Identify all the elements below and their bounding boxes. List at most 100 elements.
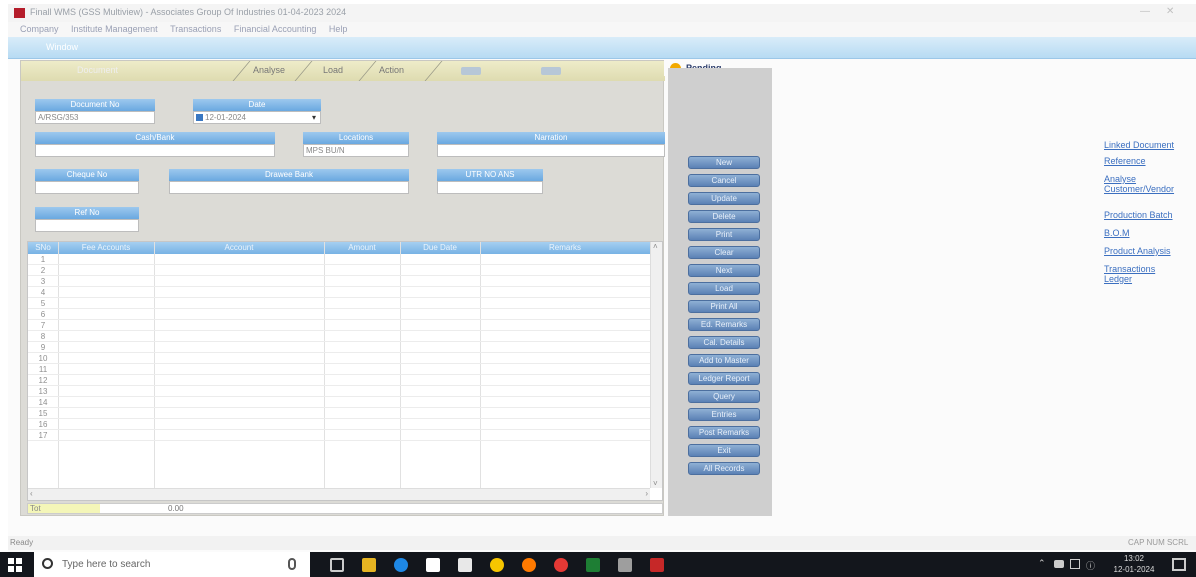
tab-action[interactable]: Action xyxy=(379,65,404,75)
link-product-analysis[interactable]: Product Analysis xyxy=(1104,246,1171,256)
chevron-down-icon[interactable]: ˅ xyxy=(653,479,658,488)
link-bom[interactable]: B.O.M xyxy=(1104,228,1130,238)
toggle-icon[interactable] xyxy=(541,67,561,75)
delete-button[interactable]: Delete xyxy=(688,210,760,223)
menu-company[interactable]: Company xyxy=(20,24,59,34)
table-row[interactable]: 4 xyxy=(28,287,650,298)
windows-start-icon[interactable] xyxy=(8,558,22,572)
link-production-batch[interactable]: Production Batch xyxy=(1104,210,1173,220)
narration-field[interactable] xyxy=(437,144,665,157)
microphone-icon[interactable] xyxy=(288,558,296,570)
file-explorer-icon[interactable] xyxy=(362,558,376,572)
ledger-report-button[interactable]: Ledger Report xyxy=(688,372,760,385)
network-icon[interactable] xyxy=(1054,560,1064,568)
add-to-master-button[interactable]: Add to Master xyxy=(688,354,760,367)
table-row[interactable]: 15 xyxy=(28,408,650,419)
minimize-button[interactable]: — xyxy=(1140,6,1150,17)
vertical-scrollbar[interactable]: ˄ ˅ xyxy=(650,242,662,488)
horizontal-scrollbar[interactable]: ‹ › xyxy=(28,488,650,500)
cheque-no-field[interactable] xyxy=(35,181,139,194)
menu-help[interactable]: Help xyxy=(329,24,348,34)
table-row[interactable]: 6 xyxy=(28,309,650,320)
location-field[interactable]: MPS BU/N xyxy=(303,144,409,157)
link-reference[interactable]: Reference xyxy=(1104,156,1146,166)
edge-browser-icon[interactable] xyxy=(394,558,408,572)
tab-load[interactable]: Load xyxy=(323,65,343,75)
column-header-account[interactable]: Account xyxy=(154,242,324,254)
ed-remarks-button[interactable]: Ed. Remarks xyxy=(688,318,760,331)
menu-institute-management[interactable]: Institute Management xyxy=(71,24,158,34)
language-indicator[interactable]: ⓘ xyxy=(1086,559,1095,572)
table-row[interactable]: 7 xyxy=(28,320,650,331)
column-header-amount[interactable]: Amount xyxy=(324,242,400,254)
entries-button[interactable]: Entries xyxy=(688,408,760,421)
store-icon[interactable] xyxy=(426,558,440,572)
link-transactions-ledger[interactable]: Transactions Ledger xyxy=(1104,264,1174,284)
document-no-field[interactable]: A/RSG/353 xyxy=(35,111,155,124)
close-button[interactable]: ✕ xyxy=(1166,6,1174,17)
table-row[interactable]: 11 xyxy=(28,364,650,375)
table-row[interactable]: 1 xyxy=(28,254,650,265)
table-row[interactable]: 9 xyxy=(28,342,650,353)
table-row[interactable]: 17 xyxy=(28,430,650,441)
table-row[interactable]: 3 xyxy=(28,276,650,287)
update-button[interactable]: Update xyxy=(688,192,760,205)
column-header-sno[interactable]: SNo xyxy=(28,242,58,254)
chevron-down-icon[interactable]: ▾ xyxy=(312,112,316,123)
table-row[interactable]: 8 xyxy=(28,331,650,342)
notifications-icon[interactable] xyxy=(1172,558,1186,571)
all-records-button[interactable]: All Records xyxy=(688,462,760,475)
chevron-up-icon[interactable]: ⌃ xyxy=(1038,558,1046,569)
column-header-fee-accounts[interactable]: Fee Accounts xyxy=(58,242,154,254)
post-remarks-button[interactable]: Post Remarks xyxy=(688,426,760,439)
chevron-right-icon[interactable]: › xyxy=(645,489,648,498)
utr-no-field[interactable] xyxy=(437,181,543,194)
cal-details-button[interactable]: Cal. Details xyxy=(688,336,760,349)
next-button[interactable]: Next xyxy=(688,264,760,277)
column-header-remarks[interactable]: Remarks xyxy=(480,242,650,254)
table-row[interactable]: 5 xyxy=(28,298,650,309)
print-all-button[interactable]: Print All xyxy=(688,300,760,313)
drawee-bank-field[interactable] xyxy=(169,181,409,194)
chrome-icon[interactable] xyxy=(490,558,504,572)
menu-transactions[interactable]: Transactions xyxy=(170,24,221,34)
tab-analyse[interactable]: Analyse xyxy=(253,65,285,75)
app-icon[interactable] xyxy=(618,558,632,572)
toggle-icon[interactable] xyxy=(461,67,481,75)
tab-divider xyxy=(358,61,377,81)
table-row[interactable]: 14 xyxy=(28,397,650,408)
chrome-profile-icon[interactable] xyxy=(554,558,568,572)
tab-document[interactable]: Document xyxy=(77,65,118,75)
taskbar-search-box[interactable]: Type here to search xyxy=(34,552,310,577)
print-button[interactable]: Print xyxy=(688,228,760,241)
cancel-button[interactable]: Cancel xyxy=(688,174,760,187)
menu-financial-accounting[interactable]: Financial Accounting xyxy=(234,24,317,34)
table-row[interactable]: 12 xyxy=(28,375,650,386)
clear-button[interactable]: Clear xyxy=(688,246,760,259)
link-linked-document[interactable]: Linked Document xyxy=(1104,140,1174,150)
tab-window[interactable]: Window xyxy=(46,42,78,52)
table-row[interactable]: 2 xyxy=(28,265,650,276)
clock-time[interactable]: 13:02 xyxy=(1114,554,1154,563)
volume-icon[interactable] xyxy=(1070,559,1080,569)
mail-icon[interactable] xyxy=(458,558,472,572)
excel-icon[interactable] xyxy=(586,558,600,572)
table-row[interactable]: 10 xyxy=(28,353,650,364)
new-button[interactable]: New xyxy=(688,156,760,169)
column-header-due-date[interactable]: Due Date xyxy=(400,242,480,254)
ref-no-field[interactable] xyxy=(35,219,139,232)
exit-button[interactable]: Exit xyxy=(688,444,760,457)
query-button[interactable]: Query xyxy=(688,390,760,403)
date-picker[interactable]: 12-01-2024 ▾ xyxy=(193,111,321,124)
table-row[interactable]: 16 xyxy=(28,419,650,430)
firefox-icon[interactable] xyxy=(522,558,536,572)
chevron-left-icon[interactable]: ‹ xyxy=(30,489,33,498)
link-analyse-customer-vendor[interactable]: Analyse Customer/Vendor xyxy=(1104,174,1192,194)
pdf-reader-icon[interactable] xyxy=(650,558,664,572)
task-view-icon[interactable] xyxy=(330,558,344,572)
cash-bank-field[interactable] xyxy=(35,144,275,157)
table-row[interactable]: 13 xyxy=(28,386,650,397)
clock-date[interactable]: 12-01-2024 xyxy=(1108,565,1160,574)
chevron-up-icon[interactable]: ˄ xyxy=(653,242,658,251)
load-button[interactable]: Load xyxy=(688,282,760,295)
